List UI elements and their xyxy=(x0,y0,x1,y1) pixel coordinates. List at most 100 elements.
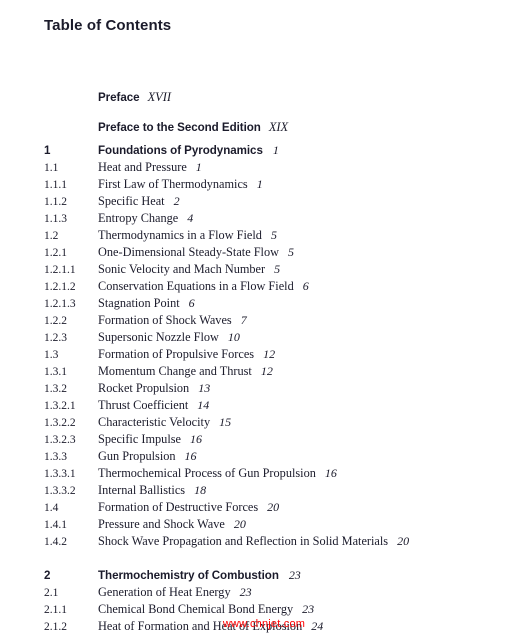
toc-entry-title: Preface to the Second Edition XIX xyxy=(98,120,289,134)
toc-entry-number: 1.3.3.1 xyxy=(44,468,76,480)
toc-entry-title: Shock Wave Propagation and Reflection in… xyxy=(98,534,410,548)
toc-entry-number: 1 xyxy=(44,144,51,157)
toc-entry-page-number: 20 xyxy=(233,517,246,531)
toc-entry[interactable]: 1.3.1 Momentum Change and Thrust 12 xyxy=(0,363,528,380)
toc-entry-number: 1.1 xyxy=(44,162,59,174)
toc-entry[interactable]: 1.3.2.3 Specific Impulse 16 xyxy=(0,431,528,448)
toc-entry-number: 1.3.2.3 xyxy=(44,434,76,446)
toc-entry[interactable]: 1.2.1 One-Dimensional Steady-State Flow 5 xyxy=(0,244,528,261)
toc-entry-number: 1.1.1 xyxy=(44,179,67,191)
toc-entry-number: 1.2.2 xyxy=(44,315,67,327)
toc-entry-title: Formation of Shock Waves 7 xyxy=(98,313,247,327)
toc-entry-page-number: 20 xyxy=(267,500,280,514)
toc-entry-page-number: 18 xyxy=(194,483,207,497)
toc-entry-number: 1.3 xyxy=(44,349,59,361)
toc-entry-page-number: 7 xyxy=(240,313,247,327)
toc-entry[interactable]: 1.3.2 Rocket Propulsion 13 xyxy=(0,380,528,397)
toc-entry-title: Specific Heat 2 xyxy=(98,194,180,208)
toc-entry-number: 2.1.1 xyxy=(44,604,67,616)
toc-entry[interactable]: 1.1 Heat and Pressure 1 xyxy=(0,159,528,176)
toc-entry[interactable]: 2.1 Generation of Heat Energy 23 xyxy=(0,584,528,601)
toc-front-matter-entry[interactable]: Preface XVII xyxy=(0,82,528,112)
toc-entry-number: 2.1 xyxy=(44,587,59,599)
toc-entry-title: Momentum Change and Thrust 12 xyxy=(98,364,273,378)
toc-entry-number: 1.2.1.1 xyxy=(44,264,76,276)
toc-entry-number: 1.4.1 xyxy=(44,519,67,531)
toc-entry[interactable]: 2.1.1 Chemical Bond Chemical Bond Energy 2… xyxy=(0,601,528,618)
toc-entry[interactable]: 1.3.2.2 Characteristic Velocity 15 xyxy=(0,414,528,431)
toc-entry-title: Internal Ballistics 18 xyxy=(98,483,207,497)
toc-entry-page-number: 6 xyxy=(302,279,309,293)
toc-entry[interactable]: 1.2.1.3 Stagnation Point 6 xyxy=(0,295,528,312)
toc-entry-title: Characteristic Velocity 15 xyxy=(98,415,232,429)
toc-entry-title: Thermodynamics in a Flow Field 5 xyxy=(98,228,277,242)
toc-entry-title: Entropy Change 4 xyxy=(98,211,194,225)
toc-entry-number: 1.3.3.2 xyxy=(44,485,76,497)
toc-entry-page-number: 2 xyxy=(173,194,180,208)
toc-entry-number: 1.3.2 xyxy=(44,383,67,395)
toc-entry-title: Foundations of Pyrodynamics 1 xyxy=(98,143,279,157)
toc-entry-page-number: 23 xyxy=(239,585,252,599)
toc-entry[interactable]: 1.3.3.2 Internal Ballistics 18 xyxy=(0,482,528,499)
toc-entry-title: Thrust Coefficient 14 xyxy=(98,398,210,412)
toc-entry-number: 1.2.1.2 xyxy=(44,281,76,293)
toc-entry[interactable]: 1.2.3 Supersonic Nozzle Flow 10 xyxy=(0,329,528,346)
toc-entry-number: 1.3.3 xyxy=(44,451,67,463)
toc-entry[interactable]: 1.3 Formation of Propulsive Forces 12 xyxy=(0,346,528,363)
toc-entry[interactable]: 1.4.1 Pressure and Shock Wave 20 xyxy=(0,516,528,533)
toc-entry[interactable]: 2 Thermochemistry of Combustion 23 xyxy=(0,567,528,584)
toc-entry[interactable]: 1 Foundations of Pyrodynamics 1 xyxy=(0,142,528,159)
toc-block-spacer xyxy=(0,550,528,567)
toc-entry-page-number: 14 xyxy=(197,398,210,412)
toc-entry[interactable]: 1.1.2 Specific Heat 2 xyxy=(0,193,528,210)
toc-entry-title: Formation of Destructive Forces 20 xyxy=(98,500,280,514)
toc-entry-number: 1.4 xyxy=(44,502,59,514)
toc-entry[interactable]: 1.4.2 Shock Wave Propagation and Reflecti… xyxy=(0,533,528,550)
toc-entry-page-number: 20 xyxy=(397,534,410,548)
toc-entry-page-number: 12 xyxy=(263,347,276,361)
toc-entry[interactable]: 1.3.2.1 Thrust Coefficient 14 xyxy=(0,397,528,414)
toc-entry-number: 1.3.2.2 xyxy=(44,417,76,429)
toc-entry[interactable]: 1.3.3 Gun Propulsion 16 xyxy=(0,448,528,465)
toc-entry-title: Conservation Equations in a Flow Field 6 xyxy=(98,279,309,293)
toc-entry[interactable]: 1.2.2 Formation of Shock Waves 7 xyxy=(0,312,528,329)
toc-entry-number: 2 xyxy=(44,569,51,582)
toc-entry-page-number: 10 xyxy=(227,330,240,344)
toc-entry-number: 1.1.2 xyxy=(44,196,67,208)
toc-entry-page-number: XIX xyxy=(268,120,289,134)
toc-entry-page-number: 12 xyxy=(260,364,273,378)
page-title: Table of Contents xyxy=(44,17,172,34)
toc-entry-page-number: 16 xyxy=(189,432,202,446)
toc-entry-page-number: 5 xyxy=(270,228,277,242)
toc-entry[interactable]: 1.2.1.1 Sonic Velocity and Mach Number 5 xyxy=(0,261,528,278)
toc-entry-page-number: 13 xyxy=(198,381,211,395)
toc-entry[interactable]: 1.2 Thermodynamics in a Flow Field 5 xyxy=(0,227,528,244)
toc-entry[interactable]: 1.4 Formation of Destructive Forces 20 xyxy=(0,499,528,516)
toc-entry-title: Specific Impulse 16 xyxy=(98,432,202,446)
toc-entry-number: 1.3.1 xyxy=(44,366,67,378)
toc-entry-page-number: 1 xyxy=(195,160,202,174)
toc-entry-title: Generation of Heat Energy 23 xyxy=(98,585,252,599)
toc-entry[interactable]: 1.1.1 First Law of Thermodynamics 1 xyxy=(0,176,528,193)
toc-entry-page-number: 5 xyxy=(288,245,295,259)
toc-entry[interactable]: 1.2.1.2 Conservation Equations in a Flow … xyxy=(0,278,528,295)
toc-entry-number: 1.2.1.3 xyxy=(44,298,76,310)
toc-entry-page-number: 23 xyxy=(288,568,301,582)
toc-entry-page-number: 16 xyxy=(184,449,197,463)
toc-entry-title: Gun Propulsion 16 xyxy=(98,449,197,463)
toc-list: Preface XVII Preface to the Second Edition… xyxy=(0,82,528,635)
toc-front-matter-entry[interactable]: Preface to the Second Edition XIX xyxy=(0,112,528,142)
toc-entry-page-number: 23 xyxy=(302,602,315,616)
toc-page: { "page": { "title": "Table of Contents"… xyxy=(0,0,528,642)
toc-entry-title: Stagnation Point 6 xyxy=(98,296,195,310)
toc-entry-number: 1.2.3 xyxy=(44,332,67,344)
toc-entry-page-number: 5 xyxy=(274,262,281,276)
toc-entry[interactable]: 1.1.3 Entropy Change 4 xyxy=(0,210,528,227)
toc-entry-number: 1.2 xyxy=(44,230,59,242)
toc-entry-title: Formation of Propulsive Forces 12 xyxy=(98,347,276,361)
toc-entry-title: Supersonic Nozzle Flow 10 xyxy=(98,330,240,344)
toc-entry-title: Pressure and Shock Wave 20 xyxy=(98,517,246,531)
toc-entry-title: Heat and Pressure 1 xyxy=(98,160,202,174)
toc-entry-title: Thermochemistry of Combustion 23 xyxy=(98,568,301,582)
toc-entry[interactable]: 1.3.3.1 Thermochemical Process of Gun Pro… xyxy=(0,465,528,482)
